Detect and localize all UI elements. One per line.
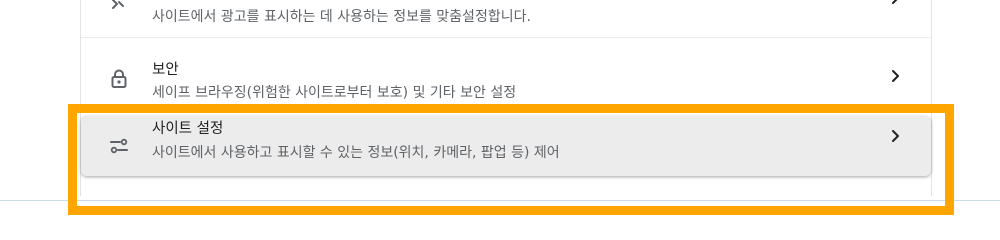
chevron-right-icon bbox=[892, 70, 899, 82]
site-settings-row-title: 사이트 설정 bbox=[152, 121, 224, 137]
security-row-title: 보안 bbox=[152, 62, 179, 78]
site-settings-row-subtitle: 사이트에서 사용하고 표시할 수 있는 정보(위치, 카메라, 팝업 등) 제어 bbox=[152, 145, 560, 161]
site-settings-row[interactable]: 사이트 설정 사이트에서 사용하고 표시할 수 있는 정보(위치, 카메라, 팝… bbox=[81, 116, 931, 176]
ads-row-subtitle: 사이트에서 광고를 표시하는 데 사용하는 정보를 맞춤설정합니다. bbox=[152, 9, 531, 25]
tune-icon bbox=[110, 138, 128, 154]
security-row-subtitle: 세이프 브라우징(위험한 사이트로부터 보호) 및 기타 보안 설정 bbox=[152, 85, 517, 101]
ads-privacy-row[interactable]: 사이트에서 광고를 표시하는 데 사용하는 정보를 맞춤설정합니다. bbox=[81, 0, 931, 36]
chevron-right-icon bbox=[892, 130, 899, 142]
chevron-right-icon bbox=[892, 0, 898, 4]
ads-icon bbox=[112, 0, 124, 9]
security-row[interactable]: 보안 세이프 브라우징(위험한 사이트로부터 보호) 및 기타 보안 설정 bbox=[81, 37, 931, 114]
page: 사이트에서 광고를 표시하는 데 사용하는 정보를 맞춤설정합니다. 보안 세이… bbox=[0, 0, 1000, 216]
page-divider bbox=[0, 200, 1000, 201]
lock-icon bbox=[111, 69, 127, 88]
privacy-settings-card: 사이트에서 광고를 표시하는 데 사용하는 정보를 맞춤설정합니다. 보안 세이… bbox=[80, 0, 932, 196]
